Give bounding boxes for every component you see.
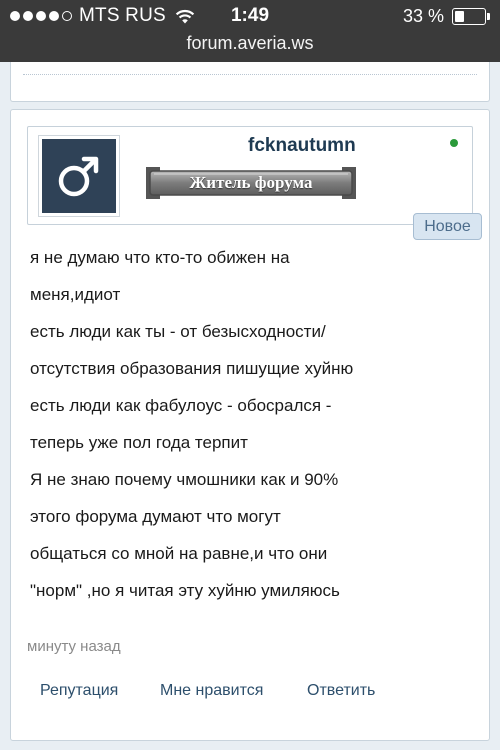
male-symbol-icon: [58, 156, 99, 197]
browser-chrome: MTS RUS 1:49 33 % forum.averia.ws: [0, 0, 500, 62]
avatar[interactable]: [38, 135, 120, 217]
reputation-button[interactable]: Репутация: [40, 682, 118, 700]
battery-icon: [452, 7, 486, 25]
author-info-box: fcknautumn Житель форума: [27, 126, 473, 225]
battery-percentage: 33 %: [402, 5, 444, 26]
message-line: общаться со мной на равне,и что они: [30, 544, 328, 563]
status-bar: MTS RUS 1:49 33 %: [0, 0, 500, 32]
message-line: этого форума думают что могут: [30, 507, 281, 526]
divider: [23, 74, 477, 75]
message-line: меня,идиот: [30, 285, 121, 304]
author-username[interactable]: fcknautumn: [248, 135, 356, 157]
status-bar-right: 33 %: [403, 6, 490, 26]
reply-button[interactable]: Ответить: [307, 682, 375, 700]
author-rank: Житель форума: [189, 173, 313, 192]
new-post-badge: Новое: [413, 213, 482, 240]
battery-level: [455, 10, 464, 22]
like-button[interactable]: Мне нравится: [160, 682, 263, 700]
forum-post: fcknautumn Житель форума Новое я не дума…: [10, 109, 490, 741]
message-line: Я не знаю почему чмошники как и 90%: [30, 470, 339, 489]
message-line: я не думаю что кто-то обижен на: [30, 248, 290, 267]
message-line: есть люди как фабулоус - обосрался -: [30, 396, 332, 415]
avatar-image: [42, 139, 116, 213]
battery-tip: [487, 12, 490, 20]
post-timestamp: минуту назад: [27, 638, 121, 655]
previous-post-fragment: [10, 62, 490, 102]
post-actions: Репутация Мне нравится Ответить: [11, 682, 489, 706]
message-line: отсутствия образования пишущие хуйню: [30, 359, 354, 378]
message-line: "норм" ,но я читая эту хуйню умиляюсь: [30, 581, 340, 600]
url-bar[interactable]: forum.averia.ws: [0, 32, 500, 62]
post-message: я не думаю что кто-то обижен на меня,идио…: [30, 239, 470, 609]
online-status-indicator: [450, 139, 458, 147]
message-line: есть люди как ты - от безысходности/: [30, 322, 326, 341]
message-line: теперь уже пол года терпит: [30, 433, 248, 452]
